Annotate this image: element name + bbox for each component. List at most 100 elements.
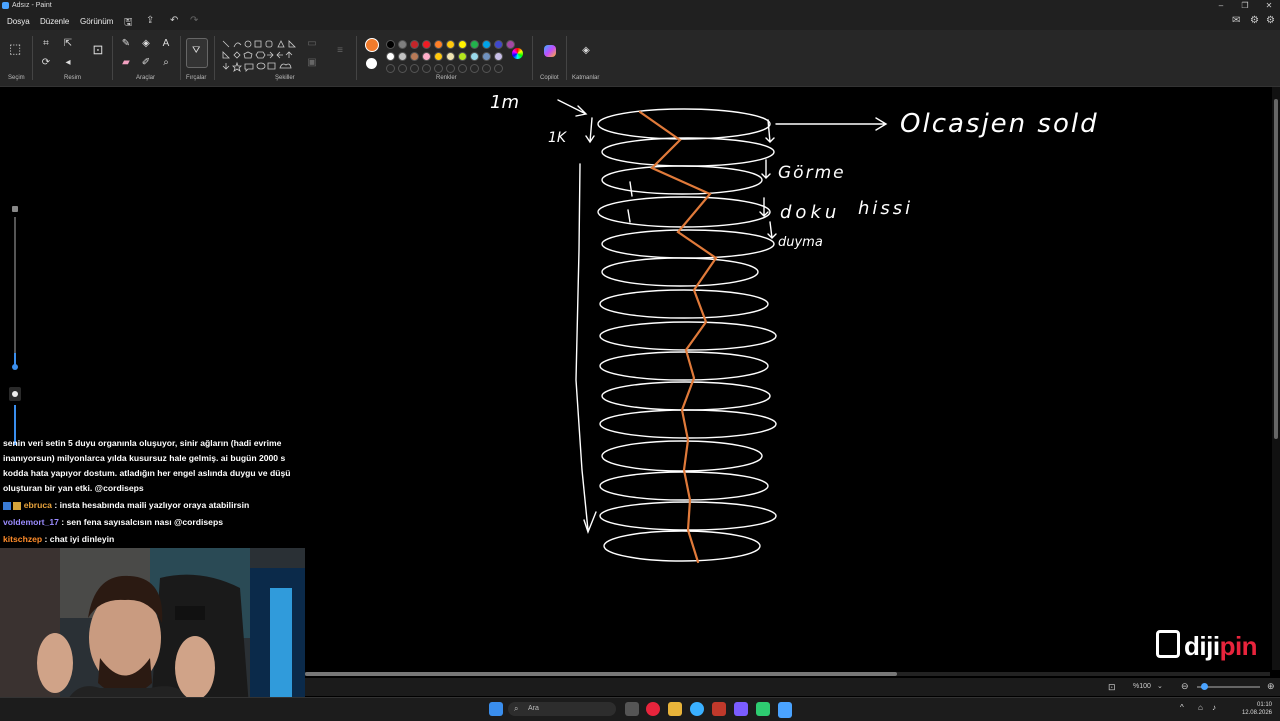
layers-icon[interactable]: ◈ [580,45,592,57]
palette-swatch[interactable] [446,52,455,61]
zoom-out-icon[interactable]: ⊖ [1181,681,1189,692]
chat-icon[interactable]: ✉ [1232,15,1240,26]
undo-icon[interactable]: ↶ [170,15,178,26]
menu-edit[interactable]: Düzenle [40,17,69,26]
magnifier-icon[interactable]: ⌕ [160,57,172,69]
ribbon-divider [214,36,215,80]
empty-swatch[interactable] [434,64,443,73]
copilot-icon[interactable] [544,45,556,57]
minimize-button[interactable]: – [1212,0,1230,12]
horizontal-scrollbar[interactable] [305,672,1270,676]
flip-icon[interactable]: ◂ [62,57,74,69]
empty-swatch[interactable] [458,64,467,73]
rotate-icon[interactable]: ⟳ [40,57,52,69]
crop-icon[interactable]: ⌗ [40,38,52,50]
color-picker-icon[interactable]: ✐ [140,57,152,69]
redo-icon[interactable]: ↷ [190,15,198,26]
tray-chevron-icon[interactable]: ^ [1180,703,1184,712]
label-hissi: hissi [858,198,913,219]
menu-view[interactable]: Görünüm [80,17,113,26]
app-icon-red[interactable] [646,702,660,716]
overlay-volume-slider[interactable] [9,203,21,453]
maximize-button[interactable]: ❐ [1236,0,1254,12]
clock-time: 01:10 [1256,702,1272,708]
group-label-layers: Katmanlar [572,75,600,81]
account-icon[interactable]: ⚙ [1250,15,1259,26]
horizontal-scroll-thumb[interactable] [305,672,897,676]
close-button[interactable]: ✕ [1260,0,1278,12]
menu-file[interactable]: Dosya [7,17,30,26]
empty-swatch[interactable] [386,64,395,73]
empty-swatch[interactable] [410,64,419,73]
task-view-icon[interactable] [625,702,639,716]
palette-swatch[interactable] [470,40,479,49]
outline-icon[interactable]: ▭ [306,38,318,50]
zoom-level[interactable]: %100 [1133,683,1151,690]
resize-icon[interactable]: ⇱ [62,38,74,50]
palette-swatch[interactable] [482,40,491,49]
edit-colors-icon[interactable] [512,48,523,59]
palette-swatch[interactable] [458,52,467,61]
empty-swatch[interactable] [446,64,455,73]
zoom-in-icon[interactable]: ⊕ [1267,681,1275,692]
palette-swatch[interactable] [410,52,419,61]
rectangle-shape-icon [254,40,262,48]
palette-swatch[interactable] [386,52,395,61]
network-icon[interactable]: ⌂ [1198,703,1203,712]
text-icon[interactable]: A [160,38,172,50]
image-select-icon[interactable]: ⊡ [92,43,104,56]
empty-swatch[interactable] [482,64,491,73]
palette-swatch[interactable] [422,40,431,49]
pencil-icon[interactable]: ✎ [120,38,132,50]
taskbar-search[interactable]: ⌕ Ara [508,702,616,716]
palette-swatch[interactable] [458,40,467,49]
volume-icon[interactable]: ♪ [1212,703,1216,712]
fill-icon[interactable]: ◈ [140,38,152,50]
shape-size-icon[interactable]: ≡ [334,45,346,57]
paint-taskbar-icon[interactable] [778,702,792,718]
palette-swatch[interactable] [386,40,395,49]
secondary-color-swatch[interactable] [366,58,377,69]
zoom-dropdown-icon[interactable]: ⌄ [1157,682,1163,690]
fit-to-window-icon[interactable]: ⊡ [1108,682,1116,693]
discord-icon[interactable] [734,702,748,716]
palette-swatch[interactable] [422,52,431,61]
select-icon[interactable]: ⬚ [9,42,21,55]
start-icon[interactable] [489,702,503,716]
palette-swatch[interactable] [470,52,479,61]
palette-swatch[interactable] [494,52,503,61]
badge-icon [3,501,11,510]
vertical-scrollbar[interactable] [1272,87,1280,670]
palette-swatch[interactable] [398,52,407,61]
taskbar-clock[interactable]: 01:10 12.08.2026 [1242,701,1272,717]
slider-knob[interactable] [12,364,18,370]
zoom-slider-knob[interactable] [1201,683,1208,690]
palette-swatch[interactable] [494,40,503,49]
palette-swatch[interactable] [398,40,407,49]
label-duyma: duyma [778,235,823,250]
settings-app-icon[interactable] [690,702,704,716]
palette-swatch[interactable] [482,52,491,61]
empty-swatch[interactable] [398,64,407,73]
share-icon[interactable]: ⇪ [146,15,154,26]
fill-shape-icon[interactable]: ▣ [306,57,318,69]
palette-swatch[interactable] [434,52,443,61]
empty-swatch[interactable] [494,64,503,73]
shapes-gallery[interactable] [220,38,300,74]
palette-swatch[interactable] [446,40,455,49]
app-icon-green[interactable] [756,702,770,716]
palette-swatch[interactable] [506,40,515,49]
curve-shape-icon [233,42,242,48]
file-explorer-icon[interactable] [668,702,682,716]
settings-icon[interactable]: ⚙ [1266,15,1275,26]
palette-swatch[interactable] [410,40,419,49]
empty-swatch[interactable] [470,64,479,73]
palette-swatch[interactable] [434,40,443,49]
dijipin-logo: dijipin [1156,630,1258,662]
eraser-icon[interactable]: ▰ [120,57,132,69]
empty-swatch[interactable] [422,64,431,73]
vertical-scroll-thumb[interactable] [1274,99,1278,439]
app-icon-news[interactable] [712,702,726,716]
primary-color-swatch[interactable] [365,38,379,52]
brush-button[interactable]: ⛛ [186,38,208,68]
